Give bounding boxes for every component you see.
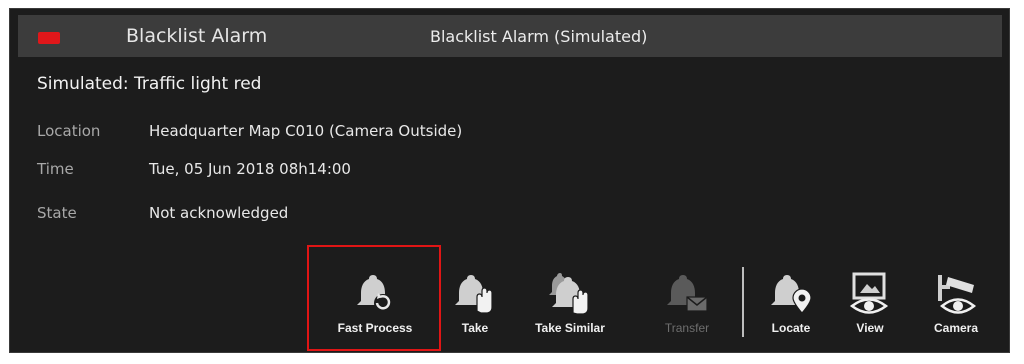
title-bar: Blacklist Alarm Blacklist Alarm (Simulat… (18, 15, 1002, 57)
bell-pin-icon (771, 275, 812, 314)
take-similar-button[interactable]: Take Similar (520, 267, 620, 347)
locate-button[interactable]: Locate (761, 267, 821, 347)
bell-hand-icon (455, 275, 493, 314)
multi-bell-hand-icon (549, 273, 589, 315)
time-value: Tue, 05 Jun 2018 08h14:00 (149, 160, 351, 178)
transfer-button[interactable]: Transfer (649, 267, 725, 347)
monitor-eye-icon (849, 272, 889, 314)
alarm-headline: Simulated: Traffic light red (37, 74, 262, 94)
view-label: View (856, 321, 884, 335)
take-label: Take (461, 321, 489, 335)
bell-envelope-icon (667, 275, 708, 312)
take-button[interactable]: Take (449, 267, 501, 347)
state-value: Not acknowledged (149, 204, 289, 222)
fast-process-highlight (307, 245, 441, 351)
locate-label: Locate (771, 321, 811, 335)
alarm-panel: Blacklist Alarm Blacklist Alarm (Simulat… (9, 8, 1010, 353)
camera-label: Camera (933, 321, 979, 335)
take-similar-label: Take Similar (535, 321, 605, 335)
alarm-color-indicator (38, 32, 60, 44)
location-label: Location (37, 122, 101, 140)
state-label: State (37, 204, 77, 222)
time-label: Time (37, 160, 74, 178)
toolbar-separator (742, 267, 744, 337)
window-title: Blacklist Alarm (126, 25, 268, 47)
camera-button[interactable]: Camera (922, 267, 990, 347)
cctv-camera-icon (938, 275, 976, 314)
transfer-label: Transfer (664, 321, 710, 335)
window-subtitle: Blacklist Alarm (Simulated) (430, 27, 648, 46)
location-value: Headquarter Map C010 (Camera Outside) (149, 122, 463, 140)
view-button[interactable]: View (842, 267, 898, 347)
